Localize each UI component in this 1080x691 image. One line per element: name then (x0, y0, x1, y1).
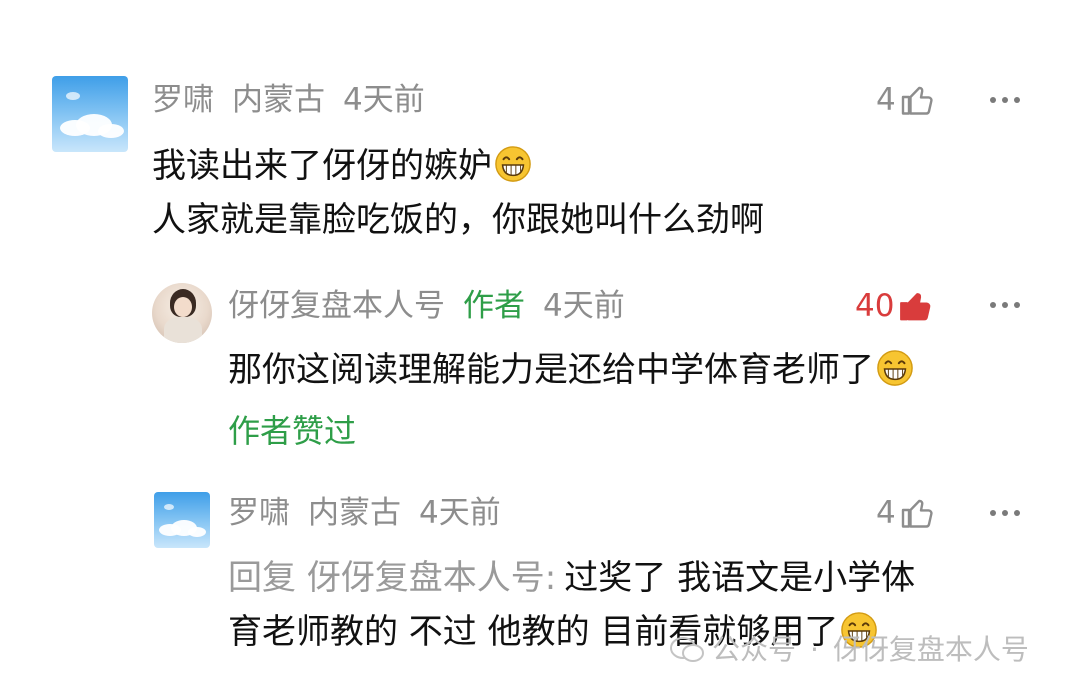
like-count: 40 (855, 288, 895, 324)
username[interactable]: 伢伢复盘本人号 (228, 288, 445, 324)
like-button[interactable]: 4 (876, 80, 936, 120)
author-liked-label: 作者赞过 (228, 412, 357, 450)
username[interactable]: 罗啸 (152, 82, 214, 118)
like-count: 4 (876, 495, 896, 531)
avatar[interactable] (52, 76, 128, 152)
timestamp: 4天前 (419, 495, 501, 531)
thumbs-up-icon (901, 86, 933, 115)
comment-meta: 罗啸 内蒙古 4天前 (152, 80, 443, 120)
avatar[interactable] (152, 283, 212, 343)
like-button[interactable]: 40 (855, 286, 934, 326)
author-badge: 作者 (463, 288, 525, 324)
username[interactable]: 罗啸 (228, 495, 290, 531)
comment-meta: 伢伢复盘本人号 作者 4天前 (228, 286, 643, 326)
watermark-name: 伢伢复盘本人号 (832, 633, 1029, 666)
watermark: 公众号 · 伢伢复盘本人号 (670, 630, 1029, 670)
wechat-icon (670, 637, 704, 662)
comment-text-line-2: 人家就是靠脸吃饭的，你跟她叫什么劲啊 (152, 200, 764, 240)
like-count: 4 (876, 82, 896, 118)
location: 内蒙古 (232, 82, 325, 118)
timestamp: 4天前 (343, 82, 425, 118)
grin-emoji-icon (495, 146, 531, 182)
thumbs-up-icon (901, 499, 933, 528)
comment-text: 那你这阅读理解能力是还给中学体育老师了 (228, 346, 914, 394)
more-dots-icon[interactable] (990, 97, 1020, 103)
watermark-separator: · (810, 633, 819, 666)
reply-target[interactable]: 回复 伢伢复盘本人号: (228, 558, 556, 598)
like-button[interactable]: 4 (876, 493, 936, 533)
timestamp: 4天前 (543, 288, 625, 324)
avatar[interactable] (154, 492, 210, 548)
thumbs-up-icon (900, 293, 931, 321)
grin-emoji-icon (877, 350, 913, 386)
comment-text: 我读出来了伢伢的嫉妒 (152, 142, 532, 190)
watermark-source: 公众号 (712, 633, 797, 666)
more-dots-icon[interactable] (990, 510, 1020, 516)
more-dots-icon[interactable] (990, 302, 1020, 308)
comment-meta: 罗啸 内蒙古 4天前 (228, 493, 519, 533)
comment-text: 回复 伢伢复盘本人号: 过奖了 我语文是小学体 (228, 558, 916, 598)
location: 内蒙古 (308, 495, 401, 531)
